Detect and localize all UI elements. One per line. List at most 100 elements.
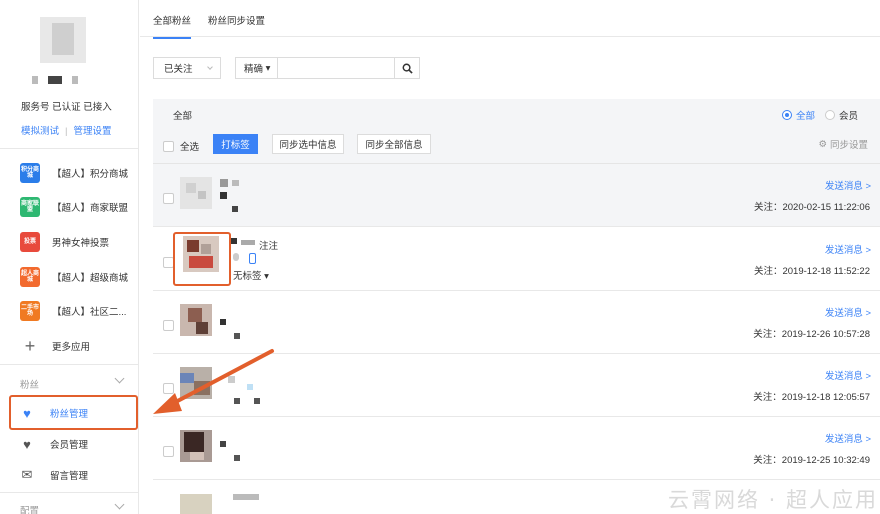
menu-message-management[interactable]: ✉ 留言管理 bbox=[20, 467, 89, 482]
account-links: 模拟测试 | 管理设置 bbox=[21, 123, 112, 137]
table-row[interactable]: 发送消息 > 关注：2019-12-25 10:32:49 bbox=[153, 417, 880, 480]
more-apps-label: 更多应用 bbox=[52, 342, 91, 353]
merchant-alliance-icon: 商家联盟 bbox=[20, 197, 40, 217]
manage-settings-link[interactable]: 管理设置 bbox=[73, 126, 111, 137]
redacted-name bbox=[232, 180, 239, 186]
menu-label: 留言管理 bbox=[50, 471, 89, 482]
row-checkbox[interactable] bbox=[163, 383, 174, 394]
chevron-down-icon[interactable] bbox=[114, 499, 125, 510]
select-all-checkbox[interactable] bbox=[163, 140, 174, 152]
points-mall-icon: 积分商城 bbox=[20, 163, 40, 183]
app-item-merchant-alliance[interactable]: 商家联盟 【超人】商家联盟 bbox=[20, 196, 128, 218]
remark-text: 注注 bbox=[259, 241, 279, 252]
tag-dropdown[interactable]: 无标签 ▾ bbox=[233, 268, 269, 282]
radio-checked-icon bbox=[781, 110, 792, 120]
redacted-name bbox=[254, 398, 260, 404]
row-checkbox[interactable] bbox=[163, 193, 174, 204]
fan-type-radios: 全部 会员 bbox=[781, 108, 858, 122]
avatar bbox=[180, 304, 212, 336]
chevron-down-icon bbox=[207, 64, 213, 70]
divider bbox=[0, 148, 139, 149]
heart-icon: ♥ bbox=[23, 436, 31, 452]
send-message-link[interactable]: 发送消息 > bbox=[825, 431, 871, 445]
gender-icon bbox=[233, 253, 239, 261]
app-item-super-mall[interactable]: 超人商城 【超人】超级商城 bbox=[20, 266, 128, 288]
redacted-name bbox=[228, 376, 235, 383]
gear-icon: ⚙ bbox=[818, 138, 827, 150]
redacted-name bbox=[234, 398, 240, 404]
community-icon: 二手市场 bbox=[20, 301, 40, 321]
search-button[interactable] bbox=[395, 57, 420, 79]
super-mall-icon: 超人商城 bbox=[20, 267, 40, 287]
radio-all-label: 全部 bbox=[795, 111, 815, 122]
row-checkbox[interactable] bbox=[163, 320, 174, 331]
match-mode-value: 精确 bbox=[244, 64, 264, 75]
table-row[interactable]: 发送消息 > 关注：2019-12-26 10:57:28 bbox=[153, 291, 880, 354]
group-label-fans: 粉丝 bbox=[20, 380, 40, 391]
avatar bbox=[180, 430, 212, 462]
divider bbox=[0, 364, 139, 365]
sync-all-button[interactable]: 同步全部信息 bbox=[357, 134, 431, 154]
table-row[interactable]: 发送消息 > 关注：2019-12-18 12:05:57 bbox=[153, 354, 880, 417]
app-label: 男神女神投票 bbox=[52, 238, 110, 249]
redacted-name bbox=[234, 455, 240, 461]
send-message-link[interactable]: 发送消息 > bbox=[825, 305, 871, 319]
divider bbox=[0, 492, 139, 493]
redacted-name bbox=[220, 179, 228, 187]
redacted-name bbox=[220, 192, 227, 199]
app-item-community[interactable]: 二手市场 【超人】社区二... bbox=[20, 300, 126, 322]
row-checkbox[interactable] bbox=[163, 446, 174, 457]
avatar-highlight-box bbox=[173, 232, 231, 286]
app-label: 【超人】超级商城 bbox=[52, 273, 129, 284]
send-message-link[interactable]: 发送消息 > bbox=[825, 368, 871, 382]
vote-icon: 投票 bbox=[20, 232, 40, 252]
follow-time: 关注：2019-12-18 12:05:57 bbox=[753, 392, 870, 403]
sync-settings-label: 同步设置 bbox=[829, 140, 868, 151]
list-header: 全部 全部 会员 全选 打标签 同步选中信息 同步全部信息 ⚙ 同步设置 bbox=[153, 99, 880, 164]
table-row[interactable]: 注注 无标签 ▾ 发送消息 > 关注：2019-12-18 11:52:22 bbox=[153, 228, 880, 291]
match-mode-select[interactable]: 精确 ▾ bbox=[235, 57, 278, 79]
follow-time: 关注：2020-02-15 11:22:06 bbox=[753, 202, 870, 213]
link-separator: | bbox=[65, 126, 68, 137]
account-avatar bbox=[40, 17, 86, 63]
radio-all[interactable]: 全部 bbox=[781, 108, 815, 122]
menu-label: 会员管理 bbox=[50, 440, 89, 451]
send-message-link[interactable]: 发送消息 > bbox=[825, 178, 871, 192]
mobile-icon bbox=[249, 253, 256, 264]
redacted-name bbox=[232, 206, 238, 212]
redacted-name bbox=[241, 240, 255, 245]
chevron-down-icon[interactable] bbox=[114, 373, 125, 384]
table-row[interactable]: 发送消息 > 关注：2020-02-15 11:22:06 bbox=[153, 164, 880, 227]
group-label-config: 配置 bbox=[20, 506, 40, 514]
radio-unchecked-icon bbox=[824, 110, 835, 120]
caret-down-icon: ▾ bbox=[265, 62, 271, 74]
tabs-divider bbox=[140, 36, 880, 37]
plus-icon: + bbox=[24, 335, 36, 356]
account-type: 服务号 已认证 已接入 bbox=[21, 102, 112, 113]
watermark: 云霄网络 · 超人应用 bbox=[667, 488, 878, 512]
search-input[interactable] bbox=[278, 57, 395, 79]
avatar bbox=[180, 177, 212, 209]
list-all-label: 全部 bbox=[173, 111, 193, 122]
select-all-label: 全选 bbox=[180, 142, 200, 153]
radio-member[interactable]: 会员 bbox=[824, 108, 858, 122]
redacted-name bbox=[231, 238, 237, 244]
app-item-vote[interactable]: 投票 男神女神投票 bbox=[20, 231, 109, 253]
sync-selected-button[interactable]: 同步选中信息 bbox=[272, 134, 344, 154]
redacted-name bbox=[220, 441, 226, 447]
tag-button[interactable]: 打标签 bbox=[213, 134, 258, 154]
sync-settings-link[interactable]: ⚙ 同步设置 bbox=[818, 137, 868, 152]
follow-time: 关注：2019-12-26 10:57:28 bbox=[753, 329, 870, 340]
redacted-name bbox=[220, 319, 226, 325]
follow-time: 关注：2019-12-18 11:52:22 bbox=[753, 266, 870, 277]
simulate-test-link[interactable]: 模拟测试 bbox=[21, 126, 59, 137]
radio-member-label: 会员 bbox=[838, 111, 858, 122]
menu-member-management[interactable]: ♥ 会员管理 bbox=[20, 436, 89, 452]
send-message-link[interactable]: 发送消息 > bbox=[825, 242, 871, 256]
redacted-name bbox=[233, 494, 259, 500]
app-item-points-mall[interactable]: 积分商城 【超人】积分商城 bbox=[20, 162, 128, 184]
account-name-redacted bbox=[32, 76, 78, 84]
select-all[interactable]: 全选 bbox=[163, 139, 199, 153]
more-apps-item[interactable]: + 更多应用 bbox=[20, 335, 90, 357]
follow-status-select[interactable]: 已关注 bbox=[153, 57, 221, 79]
